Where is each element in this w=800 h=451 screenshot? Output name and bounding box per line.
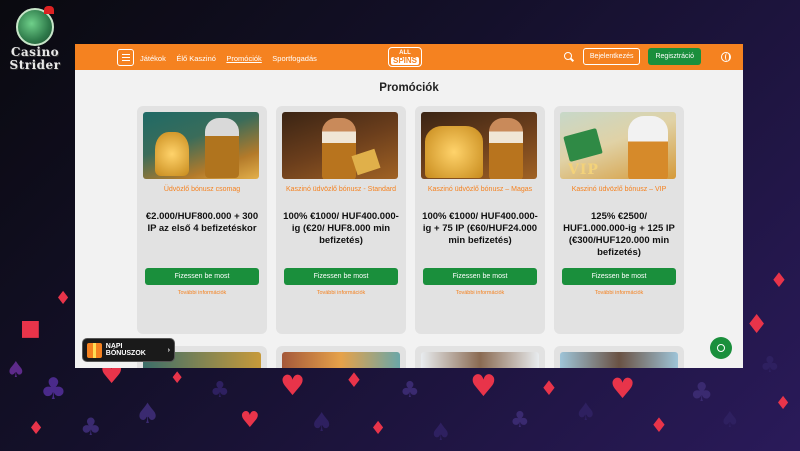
watermark-line2: Strider [9,58,61,72]
promo-title: 100% €1000/ HUF400.000-ig + 75 IP (€60/H… [422,211,538,246]
promo-image-dealer-standard [282,112,398,179]
page-title: Promóciók [379,82,439,94]
promo-card: Üdvözlő bónusz csomag €2.000/HUF800.000 … [137,106,267,334]
more-info-link[interactable]: További információk [282,290,400,296]
casino-site-window: Játékok Élő Kaszinó Promóciók Sportfogad… [75,44,743,368]
promo-card: VIP Kaszinó üdvözlő bónusz – VIP 125% €2… [554,106,684,334]
promo-title: €2.000/HUF800.000 + 300 IP az első 4 bef… [145,211,259,234]
promo-subtitle: Kaszinó üdvözlő bónusz – Magas [427,186,533,193]
deposit-now-button[interactable]: Fizessen be most [562,268,676,285]
brand-bottom: SPINS [391,56,419,65]
promo-image-vip-zeus: VIP [560,112,676,179]
promo-subtitle: Üdvözlő bónusz csomag [163,186,241,193]
promo-image-wizard [143,112,259,179]
promo-image-dealer-high [421,112,537,179]
promo-card: Kaszinó üdvözlő bónusz - Standard 100% €… [276,106,406,334]
register-button[interactable]: Regisztráció [648,48,701,65]
top-navigation-bar: Játékok Élő Kaszinó Promóciók Sportfogad… [75,44,743,70]
daily-bonuses-button[interactable]: NAPI BÓNUSZOK › [82,338,175,362]
search-icon[interactable] [563,51,575,63]
globe-icon[interactable] [721,52,731,62]
more-info-link[interactable]: További információk [143,290,261,296]
chevron-right-icon: › [167,346,170,354]
promo-subtitle: Kaszinó üdvözlő bónusz – VIP [571,186,667,193]
promo-card[interactable] [415,346,545,368]
promo-title: 125% €2500/ HUF1.000.000-ig + 125 IP (€3… [563,211,675,258]
deposit-now-button[interactable]: Fizessen be most [145,268,259,285]
promo-card[interactable] [554,346,684,368]
main-nav: Játékok Élő Kaszinó Promóciók Sportfogad… [140,48,323,66]
globe-logo-icon [16,6,54,46]
menu-icon[interactable] [117,48,134,66]
promo-title: 100% €1000/ HUF400.000-ig (€20/ HUF8.000… [283,211,399,246]
nav-item-live-casino[interactable]: Élő Kaszinó [176,54,216,63]
deposit-now-button[interactable]: Fizessen be most [284,268,398,285]
nav-item-games[interactable]: Játékok [140,54,166,63]
login-button[interactable]: Bejelentkezés [582,48,641,65]
gift-icon [87,342,102,358]
promo-subtitle: Kaszinó üdvözlő bónusz - Standard [285,186,397,193]
brand-logo[interactable]: ALL SPINS [388,47,422,67]
promo-card[interactable] [276,346,406,368]
promo-card: Kaszinó üdvözlő bónusz – Magas 100% €100… [415,106,545,334]
nav-item-promotions[interactable]: Promóciók [226,54,261,63]
watermark-logo: Casino Strider [4,6,66,72]
promo-cards: Üdvözlő bónusz csomag €2.000/HUF800.000 … [137,106,684,334]
more-info-link[interactable]: További információk [560,290,678,296]
daily-bonuses-label: NAPI BÓNUSZOK [105,343,146,357]
deposit-now-button[interactable]: Fizessen be most [423,268,537,285]
more-info-link[interactable]: További információk [421,290,539,296]
chat-icon[interactable] [710,337,732,359]
promo-cards-row-2 [137,346,684,368]
nav-item-sports[interactable]: Sportfogadás [272,54,317,63]
